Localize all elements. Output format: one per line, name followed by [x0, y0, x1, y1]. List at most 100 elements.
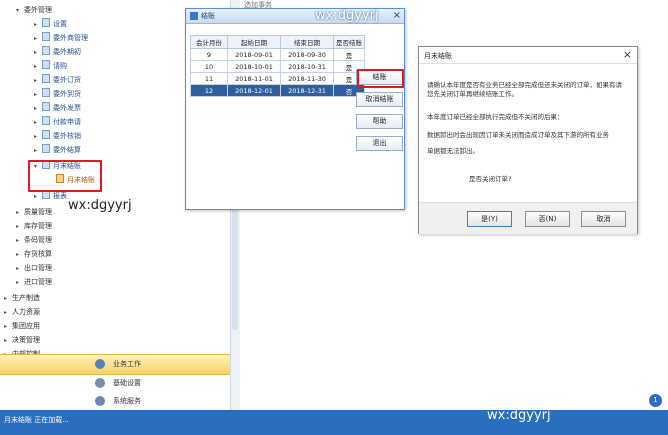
sidebar-item[interactable]: ▸ 委外发票 — [34, 102, 81, 114]
document-icon — [42, 60, 50, 69]
cancel-button[interactable]: 取消 — [581, 211, 626, 227]
yes-button[interactable]: 是(Y) — [467, 211, 512, 227]
document-icon — [42, 32, 50, 41]
document-icon — [42, 130, 50, 139]
sidebar-item[interactable]: ▸ 付款申请 — [34, 116, 81, 128]
sidebar-item[interactable]: ▸ 委外到货 — [34, 88, 81, 100]
sidebar-item[interactable]: ▸ 委外结算 — [34, 144, 81, 156]
chevron-right-icon: ▸ — [16, 209, 20, 216]
close-icon[interactable]: × — [393, 10, 401, 21]
table-row-selected[interactable]: 12 2018-12-01 2018-12-31 否 — [190, 84, 365, 97]
nav-business-label: 业务工作 — [113, 360, 141, 368]
sidebar-item-label: 委外订货 — [53, 76, 81, 84]
cell: 9 — [190, 48, 228, 61]
sidebar-item-label: 人力资源 — [12, 308, 40, 316]
confirm-message-2: 本年度订单已经全部执行完成但不关闭的后果： — [427, 113, 564, 121]
cell: 2018-12-31 — [280, 84, 334, 97]
sidebar-item-label: 委外发票 — [53, 104, 81, 112]
sidebar-item[interactable]: ▸ 请购 — [34, 60, 67, 72]
system-icon — [95, 396, 105, 406]
sidebar-item-label: 集团应用 — [12, 322, 40, 330]
table-row[interactable]: 10 2018-10-01 2018-10-31 是 — [190, 60, 365, 73]
confirm-message-4: 单据都无法卸出。 — [427, 147, 479, 155]
cell: 2018-09-01 — [227, 48, 281, 61]
sidebar-item-label: 委外期初 — [53, 48, 81, 56]
chevron-right-icon: ▸ — [4, 323, 8, 330]
sidebar-item[interactable]: ▸ 进口管理 — [16, 276, 52, 288]
chevron-right-icon: ▸ — [16, 223, 20, 230]
sidebar-item-label: 委外到货 — [53, 90, 81, 98]
sidebar-item[interactable]: ▸ 委外商管理 — [34, 32, 88, 44]
sidebar-item[interactable]: ▸ 条码管理 — [16, 234, 52, 246]
sidebar-item[interactable]: ▸ 出口管理 — [16, 262, 52, 274]
nav-system-service[interactable]: 系统服务 — [0, 392, 230, 411]
chevron-right-icon: ▸ — [4, 309, 8, 316]
confirm-question: 是否关闭订单? — [469, 175, 512, 183]
sidebar-item-label: 生产制造 — [12, 294, 40, 302]
cell: 2018-10-01 — [227, 60, 281, 73]
sidebar-item[interactable]: ▸ 人力资源 — [4, 306, 40, 318]
settings-icon — [95, 378, 105, 388]
sidebar-item[interactable]: ▸ 集团应用 — [4, 320, 40, 332]
cell: 2018-09-30 — [280, 48, 334, 61]
sidebar-item[interactable]: ▸ 决策管理 — [4, 334, 40, 346]
close-icon[interactable]: × — [623, 48, 632, 61]
confirm-dialog-titlebar[interactable]: 月末结账 × — [419, 47, 637, 64]
notification-badge[interactable]: 1 — [648, 393, 663, 408]
cell: 2018-11-01 — [227, 72, 281, 85]
sidebar-item-label: 决策管理 — [12, 336, 40, 344]
sidebar-item-label: 委外管理 — [24, 6, 52, 14]
chevron-right-icon: ▸ — [34, 77, 38, 84]
help-button[interactable]: 帮助 — [356, 114, 403, 129]
cancel-settle-button[interactable]: 取消结账 — [356, 92, 403, 107]
sidebar-item[interactable]: ▸ 库存管理 — [16, 220, 52, 232]
window-icon — [190, 12, 198, 20]
chevron-right-icon: ▸ — [16, 265, 20, 272]
chevron-right-icon: ▸ — [4, 295, 8, 302]
document-icon — [42, 88, 50, 97]
sidebar-item-label: 质量管理 — [24, 208, 52, 216]
col-end: 结束日期 — [280, 35, 334, 49]
chevron-right-icon: ▸ — [34, 35, 38, 42]
table-row[interactable]: 9 2018-09-01 2018-09-30 是 — [190, 48, 365, 61]
sidebar-item[interactable]: ▸ 质量管理 — [16, 206, 52, 218]
sidebar-item[interactable]: ▸ 设置 — [34, 18, 67, 30]
table-header-row: 会计月份 起始日期 结束日期 是否结账 — [190, 35, 365, 49]
document-icon — [42, 74, 50, 83]
chevron-right-icon: ▸ — [34, 105, 38, 112]
chevron-right-icon: ▸ — [34, 119, 38, 126]
confirm-dialog: 月末结账 × 请确认本年度是否有业务已经全部完成但还未关闭的订单，如果有请您先关… — [418, 46, 638, 234]
sidebar-item[interactable]: ▸ 委外核销 — [34, 130, 81, 142]
chevron-right-icon: ▸ — [34, 133, 38, 140]
sidebar-item-label: 库存管理 — [24, 222, 52, 230]
cell: 是 — [333, 48, 365, 61]
sidebar-item[interactable]: ▸ 委外期初 — [34, 46, 81, 58]
sidebar-item-label: 委外商管理 — [53, 34, 88, 42]
status-bar — [0, 410, 668, 435]
nav-basic-settings[interactable]: 基础设置 — [0, 374, 230, 393]
chevron-right-icon: ▸ — [34, 147, 38, 154]
sidebar-item-label: 付款申请 — [53, 118, 81, 126]
exit-button[interactable]: 退出 — [356, 136, 403, 151]
confirm-message-1: 请确认本年度是否有业务已经全部完成但还未关闭的订单，如果有请您先关闭订单再继续结… — [427, 81, 622, 98]
cell: 10 — [190, 60, 228, 73]
nav-basic-label: 基础设置 — [113, 379, 141, 387]
table-row[interactable]: 11 2018-11-01 2018-11-30 是 — [190, 72, 365, 85]
sidebar-item[interactable]: ▸ 生产制造 — [4, 292, 40, 304]
cell: 2018-11-30 — [280, 72, 334, 85]
sidebar-item[interactable]: ▾ 委外管理 — [16, 4, 52, 16]
settle-dialog: 结账 × 会计月份 起始日期 结束日期 是否结账 9 2018-09-01 20… — [185, 8, 405, 210]
col-start: 起始日期 — [227, 35, 281, 49]
sidebar-item[interactable]: ▸ 委外订货 — [34, 74, 81, 86]
sidebar-item[interactable]: ▸ 存货核算 — [16, 248, 52, 260]
chevron-right-icon: ▸ — [16, 251, 20, 258]
watermark: wx:dgyyrj — [315, 8, 379, 23]
document-icon — [42, 46, 50, 55]
chevron-right-icon: ▸ — [16, 237, 20, 244]
chevron-right-icon: ▸ — [34, 63, 38, 70]
no-button[interactable]: 否(N) — [525, 211, 570, 227]
status-text: 月末结账 正在加载... — [4, 416, 69, 424]
highlight-annotation — [28, 160, 102, 192]
nav-business-work[interactable]: 业务工作 — [0, 354, 230, 375]
sidebar-item-label: 设置 — [53, 20, 67, 28]
